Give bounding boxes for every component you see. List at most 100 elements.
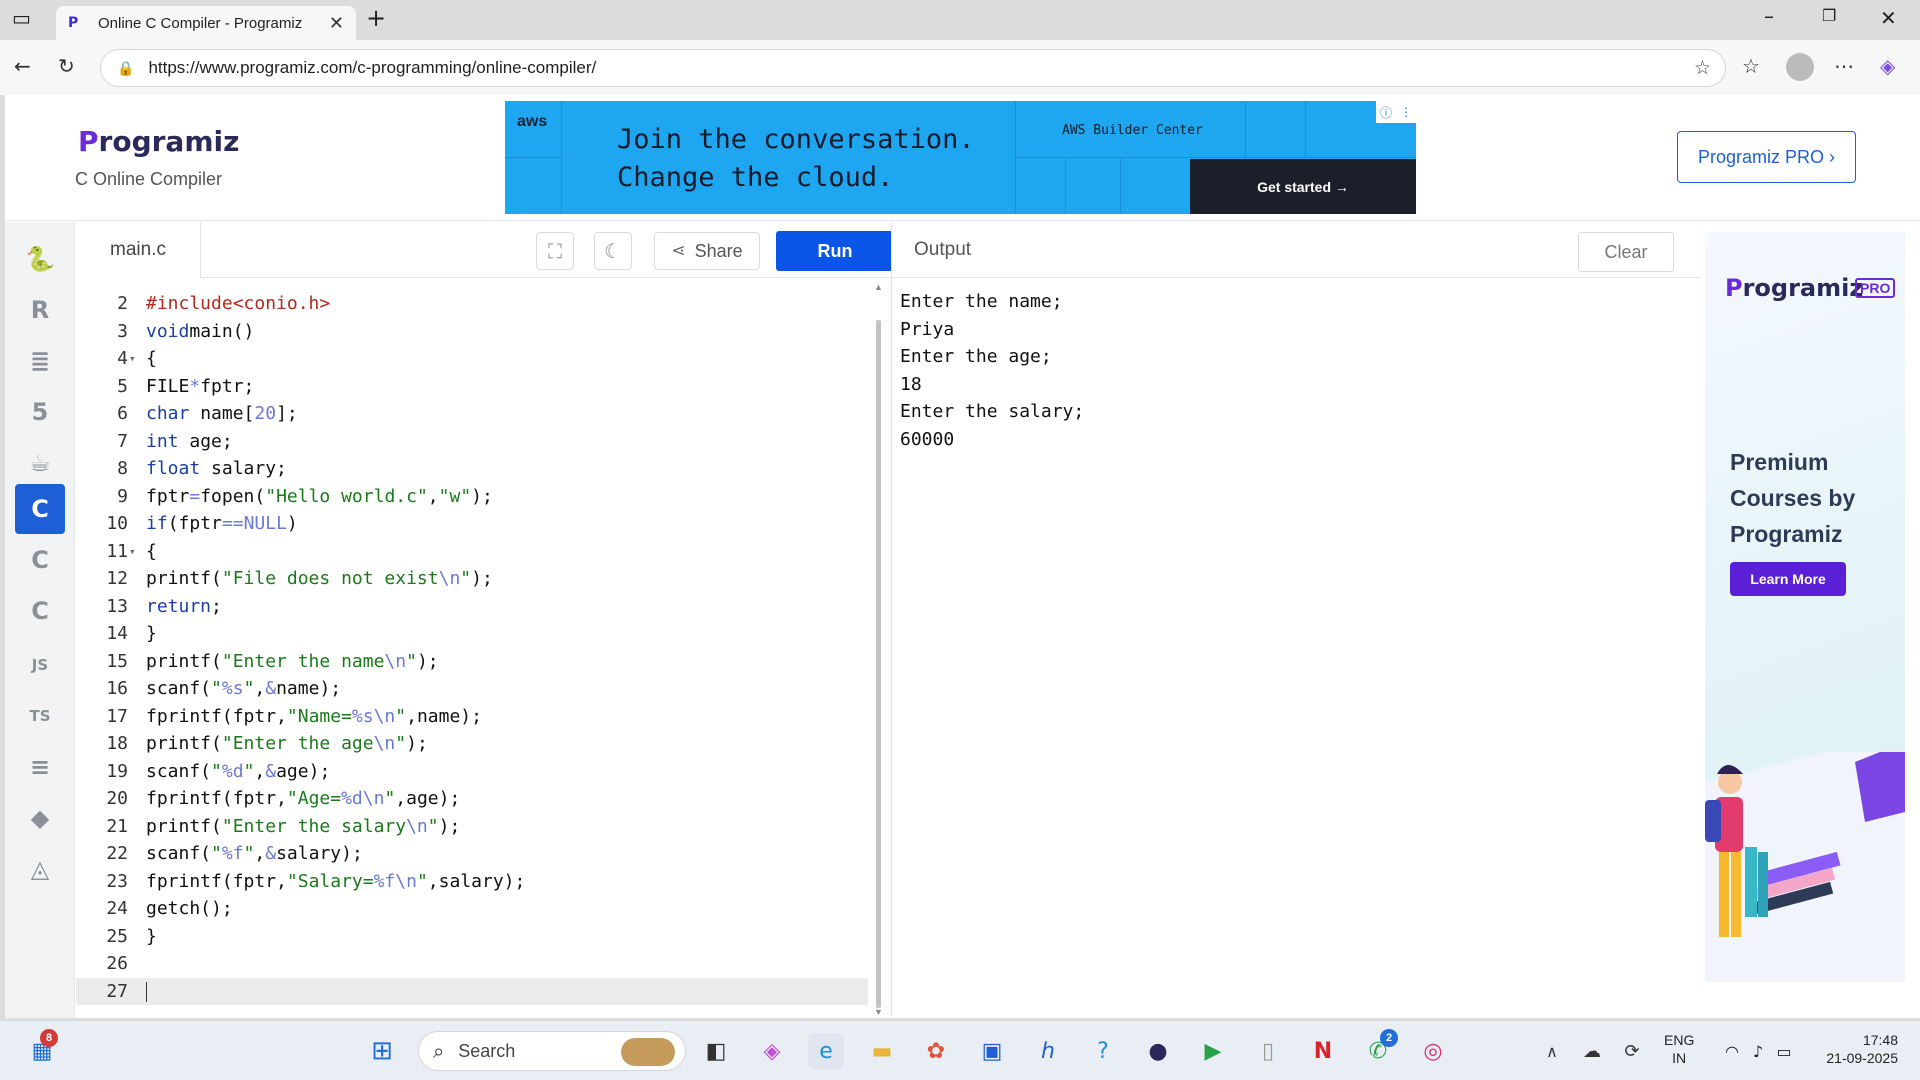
javascript-icon[interactable]: JS [15, 640, 65, 690]
tray-chevron-up-icon[interactable]: ∧ [1534, 1033, 1570, 1069]
fold-arrow-icon[interactable]: ▾ [129, 345, 136, 373]
code-editor[interactable]: 2 #include<conio.h> 3 voidmain() 4 ▾{5 FILE*fp… [76, 280, 868, 1016]
code-line[interactable]: 15 printf("Enter the name\n"); [76, 648, 868, 676]
code-line[interactable]: 12 printf("File does not exist\n"); [76, 565, 868, 593]
sync-icon[interactable]: ⟳ [1614, 1033, 1650, 1069]
tab-actions-icon[interactable]: ▭ [12, 6, 31, 30]
fold-arrow-icon[interactable]: ▾ [129, 538, 136, 566]
csharp-icon[interactable]: C [15, 586, 65, 636]
code-line[interactable]: 2 #include<conio.h> [76, 290, 868, 318]
meet-icon[interactable]: ▶ [1195, 1033, 1231, 1069]
favorites-icon[interactable]: ☆ [1742, 54, 1760, 78]
code-line[interactable]: 17 fprintf(fptr,"Name=%s\n",name); [76, 703, 868, 731]
code-line[interactable]: 16 scanf("%s",&name); [76, 675, 868, 703]
code-line[interactable]: 14} [76, 620, 868, 648]
share-button[interactable]: ⋖ Share [654, 232, 760, 270]
eclipse-icon[interactable]: ● [1140, 1033, 1176, 1069]
code-line[interactable]: 5 FILE*fptr; [76, 373, 868, 401]
line-number: 9 [117, 485, 128, 507]
address-bar[interactable]: 🔒 https://www.programiz.com/c-programmin… [100, 49, 1726, 87]
taskbar-search[interactable]: ⌕ Search [418, 1031, 686, 1071]
html5-icon[interactable]: 5 [15, 387, 65, 437]
code-line[interactable]: 9 fptr=fopen("Hello world.c","w"); [76, 483, 868, 511]
code-line[interactable]: 7 int age; [76, 428, 868, 456]
output-console[interactable]: Enter the name; Priya Enter the age; 18 Ente… [891, 278, 1700, 1016]
help-icon[interactable]: ? [1085, 1033, 1121, 1069]
edge-browser-icon[interactable]: e [808, 1033, 844, 1069]
minimize-icon[interactable]: – [1764, 4, 1774, 28]
sql-database-icon[interactable]: ≣ [15, 336, 65, 386]
restore-icon[interactable]: ❐ [1822, 6, 1836, 25]
back-icon[interactable]: ← [14, 54, 31, 78]
ad-info-icon[interactable]: ⓘ ⋮ [1376, 101, 1416, 123]
code-line[interactable]: 13 return; [76, 593, 868, 621]
onedrive-icon[interactable]: ☁ [1574, 1033, 1610, 1069]
code-line[interactable]: 19 scanf("%d",&age); [76, 758, 868, 786]
start-windows-icon[interactable]: ⊞ [364, 1033, 400, 1069]
favorite-star-icon[interactable]: ☆ [1694, 57, 1711, 80]
code-line[interactable]: 18 printf("Enter the age\n"); [76, 730, 868, 758]
python-icon[interactable]: 🐍 [15, 234, 65, 284]
hp-icon[interactable]: ℎ [1030, 1033, 1066, 1069]
c-language-icon[interactable]: C [15, 484, 65, 534]
task-view-icon[interactable]: ◧ [698, 1033, 734, 1069]
code-line[interactable]: 10 if(fptr==NULL) [76, 510, 868, 538]
browser-tab[interactable]: P Online C Compiler - Programiz ✕ [56, 6, 356, 40]
refresh-icon[interactable]: ↻ [58, 54, 75, 78]
rust-icon[interactable]: ◬ [15, 844, 65, 894]
side-ad-logo: Programiz [1725, 274, 1864, 302]
fullscreen-icon[interactable]: ⛶ [536, 232, 574, 270]
code-text: { [146, 348, 157, 369]
language-indicator[interactable]: ENG IN [1664, 1031, 1694, 1067]
code-line[interactable]: 3 voidmain() [76, 318, 868, 346]
notepad-icon[interactable]: ▯ [1250, 1033, 1286, 1069]
run-button[interactable]: Run [776, 231, 894, 271]
close-window-icon[interactable]: ✕ [1880, 6, 1897, 30]
code-line[interactable]: 21 printf("Enter the salary\n"); [76, 813, 868, 841]
code-line[interactable]: 8 float salary; [76, 455, 868, 483]
java-icon[interactable]: ☕ [15, 438, 65, 488]
dark-mode-moon-icon[interactable]: ☾ [594, 232, 632, 270]
go-icon[interactable]: ≡ [15, 742, 65, 792]
programiz-pro-side-ad[interactable]: Programiz PRO Premium Courses by Program… [1705, 232, 1905, 982]
programiz-pro-button[interactable]: Programiz PRO › [1677, 131, 1856, 183]
code-line[interactable]: 6 char name[20]; [76, 400, 868, 428]
profile-avatar[interactable] [1786, 53, 1814, 81]
battery-icon[interactable]: ▭ [1766, 1033, 1802, 1069]
clock[interactable]: 17:48 21-09-2025 [1818, 1031, 1898, 1067]
typescript-icon[interactable]: TS [15, 691, 65, 741]
code-line[interactable]: 20 fprintf(fptr,"Age=%d\n",age); [76, 785, 868, 813]
code-line[interactable]: 11 ▾ { [76, 538, 868, 566]
programiz-logo[interactable]: Programiz [78, 125, 239, 158]
clear-button[interactable]: Clear [1578, 232, 1674, 272]
code-line[interactable]: 22 scanf("%f",&salary); [76, 840, 868, 868]
cpp-icon[interactable]: C [15, 535, 65, 585]
swift-icon[interactable]: ◆ [15, 793, 65, 843]
editor-scrollbar-thumb[interactable] [876, 320, 881, 1008]
scroll-up-icon[interactable]: ▲ [874, 282, 883, 292]
code-line[interactable]: 24 getch(); [76, 895, 868, 923]
more-menu-icon[interactable]: ⋯ [1834, 54, 1854, 78]
file-tab-main[interactable]: main.c [76, 222, 201, 278]
code-line[interactable]: 25} [76, 923, 868, 951]
code-line[interactable]: 4 ▾ { [76, 345, 868, 373]
netflix-icon[interactable]: N [1305, 1033, 1341, 1069]
store-icon[interactable]: ▣ [974, 1033, 1010, 1069]
learn-more-button[interactable]: Learn More [1730, 562, 1846, 596]
instagram-icon[interactable]: ◎ [1415, 1033, 1451, 1069]
copilot-icon[interactable]: ◈ [1880, 54, 1895, 78]
r-language-icon[interactable]: R [15, 285, 65, 335]
ad-get-started-button[interactable]: Get started → [1190, 159, 1416, 214]
code-text: #include<conio.h> [146, 293, 331, 314]
line-number: 3 [117, 320, 128, 342]
code-line[interactable]: 27 [76, 977, 868, 1005]
aws-banner-ad[interactable]: aws Join the conversation. Change the cl… [505, 101, 1416, 214]
copilot-app-icon[interactable]: ◈ [754, 1033, 790, 1069]
code-line[interactable]: 23 fprintf(fptr,"Salary=%f\n",salary); [76, 868, 868, 896]
file-explorer-icon[interactable]: ▬ [864, 1033, 900, 1069]
code-line[interactable]: 26 [76, 950, 868, 978]
scroll-down-icon[interactable]: ▼ [874, 1007, 883, 1017]
close-tab-icon[interactable]: ✕ [329, 13, 344, 34]
new-tab-icon[interactable]: + [366, 4, 386, 32]
photos-icon[interactable]: ✿ [918, 1033, 954, 1069]
